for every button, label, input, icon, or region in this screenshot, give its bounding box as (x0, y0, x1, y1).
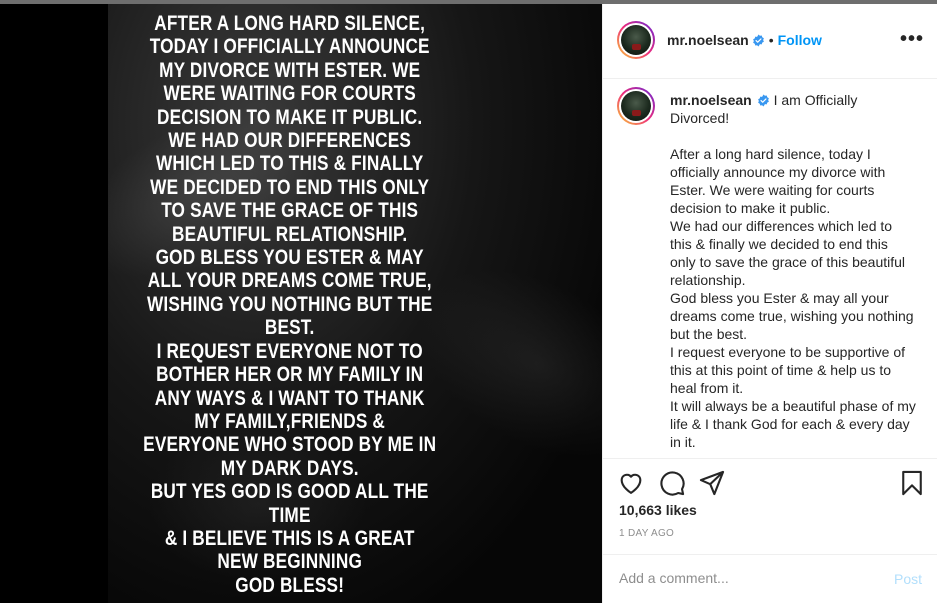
verified-badge-icon (752, 34, 764, 47)
likes-count[interactable]: 10,663 likes (619, 502, 697, 518)
caption: mr.noelsean I am Officially Divorced! Af… (670, 91, 916, 451)
image-text-line: TIME (268, 503, 311, 527)
post-side-panel: mr.noelsean • Follow ••• mr.noelsean I am … (602, 4, 937, 603)
avatar[interactable] (617, 87, 655, 125)
image-text-line: BUT YES GOD IS GOOD ALL THE (150, 480, 429, 504)
image-text-line: DECISION TO MAKE IT PUBLIC. (157, 105, 423, 129)
comment-input[interactable] (619, 570, 879, 586)
more-options-icon[interactable]: ••• (900, 29, 924, 49)
share-icon[interactable] (698, 469, 726, 497)
image-text-line: AFTER A LONG HARD SILENCE, (154, 12, 426, 35)
image-text-line: MY DARK DAYS. (220, 456, 359, 480)
post-header: mr.noelsean • Follow ••• (603, 4, 937, 79)
separator-dot: • (768, 32, 774, 48)
bookmark-icon[interactable] (898, 469, 926, 497)
verified-badge-icon (757, 94, 769, 107)
header-username[interactable]: mr.noelsean (667, 32, 749, 48)
image-text-line: WHICH LED TO THIS & FINALLY (155, 152, 424, 176)
image-text-line: & I BELIEVE THIS IS A GREAT (164, 526, 415, 550)
image-text-line: MY DIVORCE WITH ESTER. WE (159, 58, 421, 82)
image-text-line: ANY WAYS & I WANT TO THANK (154, 386, 425, 410)
image-text-line: WISHING YOU NOTHING BUT THE (147, 292, 433, 316)
image-text-line: BEAUTIFUL RELATIONSHIP. (172, 222, 408, 246)
action-bar (603, 458, 937, 507)
image-text-line: NEW BEGINNING (217, 550, 363, 574)
post-date[interactable]: 1 DAY AGO (619, 528, 674, 539)
image-text-line: TODAY I OFFICIALLY ANNOUNCE (149, 35, 430, 59)
caption-body: After a long hard silence, today I offic… (670, 146, 916, 450)
image-text-line: WE HAD OUR DIFFERENCES (168, 129, 412, 153)
image-text-line: MY FAMILY,FRIENDS & (194, 409, 386, 433)
image-text-line: BOTHER HER OR MY FAMILY IN (156, 363, 424, 387)
avatar[interactable] (617, 21, 655, 59)
image-text-line: EVERYONE WHO STOOD BY ME IN (143, 433, 437, 457)
comment-icon[interactable] (658, 469, 686, 497)
caption-username[interactable]: mr.noelsean (670, 92, 752, 108)
image-text-line: TO SAVE THE GRACE OF THIS (161, 199, 419, 223)
caption-title-row: mr.noelsean I am Officially Divorced! (670, 91, 916, 127)
caption-area: mr.noelsean I am Officially Divorced! Af… (603, 79, 937, 457)
image-text-line: GOD BLESS! (235, 573, 345, 597)
heart-icon[interactable] (617, 469, 645, 497)
image-text-line: GOD BLESS YOU ESTER & MAY (155, 246, 424, 270)
image-text-line: ALL YOUR DREAMS COME TRUE, (147, 269, 432, 293)
image-text-block: AFTER A LONG HARD SILENCE, TODAY I OFFICI… (138, 4, 441, 603)
image-text-line: WE DECIDED TO END THIS ONLY (150, 175, 430, 199)
header-user-row: mr.noelsean • Follow (667, 32, 822, 48)
image-text-line: I REQUEST EVERYONE NOT TO (156, 339, 423, 363)
image-text-line: WERE WAITING FOR COURTS (163, 82, 416, 106)
viewer-background (0, 4, 108, 603)
image-text-lines: AFTER A LONG HARD SILENCE, TODAY I OFFICI… (138, 12, 441, 597)
image-text-line: BEST. (264, 316, 315, 340)
post-comment-button[interactable]: Post (894, 571, 922, 587)
follow-button[interactable]: Follow (778, 32, 822, 48)
comment-box: Post (603, 554, 937, 604)
